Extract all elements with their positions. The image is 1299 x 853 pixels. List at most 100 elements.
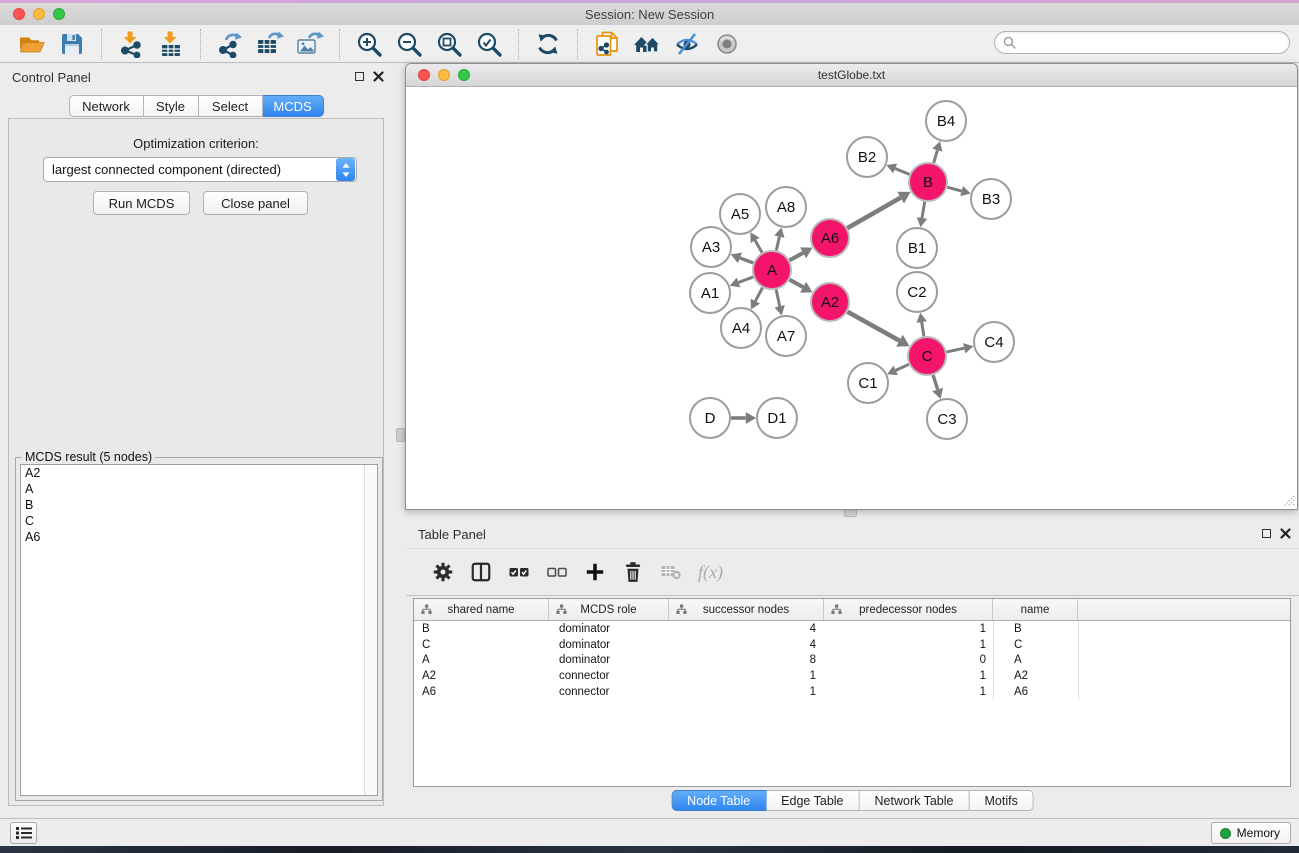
save-floppy-icon	[59, 31, 85, 57]
refresh-layout-button[interactable]	[532, 28, 564, 60]
float-panel-icon[interactable]	[355, 72, 364, 81]
export-network-button[interactable]	[214, 28, 246, 60]
graph-edge[interactable]	[776, 290, 780, 307]
optimization-criterion-label: Optimization criterion:	[9, 136, 383, 151]
close-panel-icon[interactable]	[1280, 528, 1291, 539]
float-panel-icon[interactable]	[1262, 529, 1271, 538]
tab-mcds[interactable]: MCDS	[263, 95, 324, 117]
task-history-button[interactable]	[10, 822, 37, 844]
table-settings-button[interactable]	[428, 559, 458, 585]
graph-edge[interactable]	[922, 322, 924, 336]
graph-edge[interactable]	[739, 277, 754, 282]
import-table-icon	[157, 30, 185, 58]
export-image-button[interactable]	[294, 28, 326, 60]
graph-edge[interactable]	[947, 348, 965, 352]
control-panel-tabs: Network Style Select MCDS	[0, 95, 392, 117]
zoom-fit-button[interactable]	[433, 28, 465, 60]
network-view-window: testGlobe.txt B4B2BB3A5A8A6B1A3AC2A1A2A4…	[405, 63, 1298, 510]
graph-node-label: A8	[777, 199, 795, 216]
tab-network-table[interactable]: Network Table	[860, 790, 970, 811]
memory-button[interactable]: Memory	[1211, 822, 1291, 844]
trash-icon	[623, 561, 643, 583]
network-canvas[interactable]: B4B2BB3A5A8A6B1A3AC2A1A2A4A7C4CC1C3DD1	[406, 87, 1297, 509]
criterion-dropdown[interactable]: largest connected component (directed)	[43, 157, 357, 182]
horizontal-splitter-handle[interactable]	[844, 509, 857, 517]
graph-edge[interactable]	[740, 258, 753, 263]
run-mcds-button[interactable]: Run MCDS	[93, 191, 190, 215]
export-table-button[interactable]	[254, 28, 286, 60]
graph-edge[interactable]	[922, 202, 925, 218]
network-from-selection-button[interactable]	[591, 28, 623, 60]
graph-edge[interactable]	[847, 198, 900, 228]
graph-edge[interactable]	[934, 150, 938, 163]
create-column-button[interactable]	[580, 559, 610, 585]
graph-edge[interactable]	[776, 237, 779, 251]
graph-edge-arrow	[774, 227, 784, 237]
tab-motifs[interactable]: Motifs	[969, 790, 1033, 811]
tab-edge-table[interactable]: Edge Table	[766, 790, 859, 811]
table-cell: connector	[549, 686, 669, 698]
save-session-button[interactable]	[56, 28, 88, 60]
resize-grip-icon[interactable]	[1282, 494, 1295, 507]
zoom-in-button[interactable]	[353, 28, 385, 60]
column-header[interactable]: name	[993, 599, 1078, 620]
mcds-result-item[interactable]: A	[21, 481, 377, 497]
column-header[interactable]: MCDS role	[549, 599, 669, 620]
close-panel-icon[interactable]	[373, 71, 384, 82]
tab-network[interactable]: Network	[69, 95, 144, 117]
graph-edge[interactable]	[755, 240, 762, 252]
column-header[interactable]: successor nodes	[669, 599, 824, 620]
home-button[interactable]	[631, 28, 663, 60]
table-cell: 1	[824, 686, 993, 698]
import-table-button[interactable]	[155, 28, 187, 60]
table-row[interactable]: A6connector11A6	[414, 684, 1290, 700]
graph-edge[interactable]	[947, 187, 961, 191]
mcds-result-item[interactable]: B	[21, 497, 377, 513]
table-row[interactable]: Cdominator41C	[414, 637, 1290, 653]
select-all-button[interactable]	[504, 559, 534, 585]
delete-column-button[interactable]	[618, 559, 648, 585]
graph-node-label: A4	[732, 320, 750, 337]
graph-edge-arrow	[746, 412, 756, 424]
graph-edge-arrow	[917, 217, 927, 227]
table-row[interactable]: Bdominator41B	[414, 621, 1290, 637]
column-header[interactable]: predecessor nodes	[824, 599, 993, 620]
tab-select[interactable]: Select	[199, 95, 263, 117]
mcds-result-item[interactable]: A6	[21, 529, 377, 545]
graph-edge[interactable]	[896, 364, 909, 370]
open-session-button[interactable]	[16, 28, 48, 60]
mcds-result-item[interactable]: C	[21, 513, 377, 529]
graph-edge[interactable]	[933, 375, 938, 389]
column-header[interactable]: shared name	[414, 599, 549, 620]
tab-style[interactable]: Style	[144, 95, 199, 117]
graph-edge[interactable]	[895, 169, 909, 175]
graph-edge[interactable]	[847, 312, 899, 341]
mcds-result-list[interactable]: A2ABCA6	[20, 464, 378, 796]
delete-table-button	[656, 559, 686, 585]
table-row[interactable]: A2connector11A2	[414, 668, 1290, 684]
scrollbar-track[interactable]	[364, 465, 377, 795]
search-field[interactable]	[994, 31, 1290, 54]
zoom-selected-button[interactable]	[473, 28, 505, 60]
show-panel-button[interactable]	[711, 28, 743, 60]
memory-label: Memory	[1237, 826, 1280, 840]
network-graph[interactable]: B4B2BB3A5A8A6B1A3AC2A1A2A4A7C4CC1C3DD1	[406, 87, 1297, 509]
graph-edge[interactable]	[790, 253, 804, 261]
table-row[interactable]: Adominator80A	[414, 652, 1290, 668]
import-network-button[interactable]	[115, 28, 147, 60]
close-panel-button[interactable]: Close panel	[203, 191, 308, 215]
table-cell: dominator	[549, 639, 669, 651]
tab-node-table[interactable]: Node Table	[671, 790, 766, 811]
graph-edge-arrow	[963, 343, 973, 353]
network-window-titlebar[interactable]: testGlobe.txt	[406, 64, 1297, 87]
mcds-result-item[interactable]: A2	[21, 465, 377, 481]
node-table-header: shared nameMCDS rolesuccessor nodesprede…	[414, 599, 1290, 621]
hide-panels-button[interactable]	[671, 28, 703, 60]
vertical-splitter-handle[interactable]	[396, 428, 405, 442]
zoom-out-button[interactable]	[393, 28, 425, 60]
graph-edge[interactable]	[790, 280, 804, 288]
deselect-all-button[interactable]	[542, 559, 572, 585]
search-input[interactable]	[1021, 34, 1289, 52]
show-columns-button[interactable]	[466, 559, 496, 585]
graph-edge[interactable]	[755, 288, 762, 302]
